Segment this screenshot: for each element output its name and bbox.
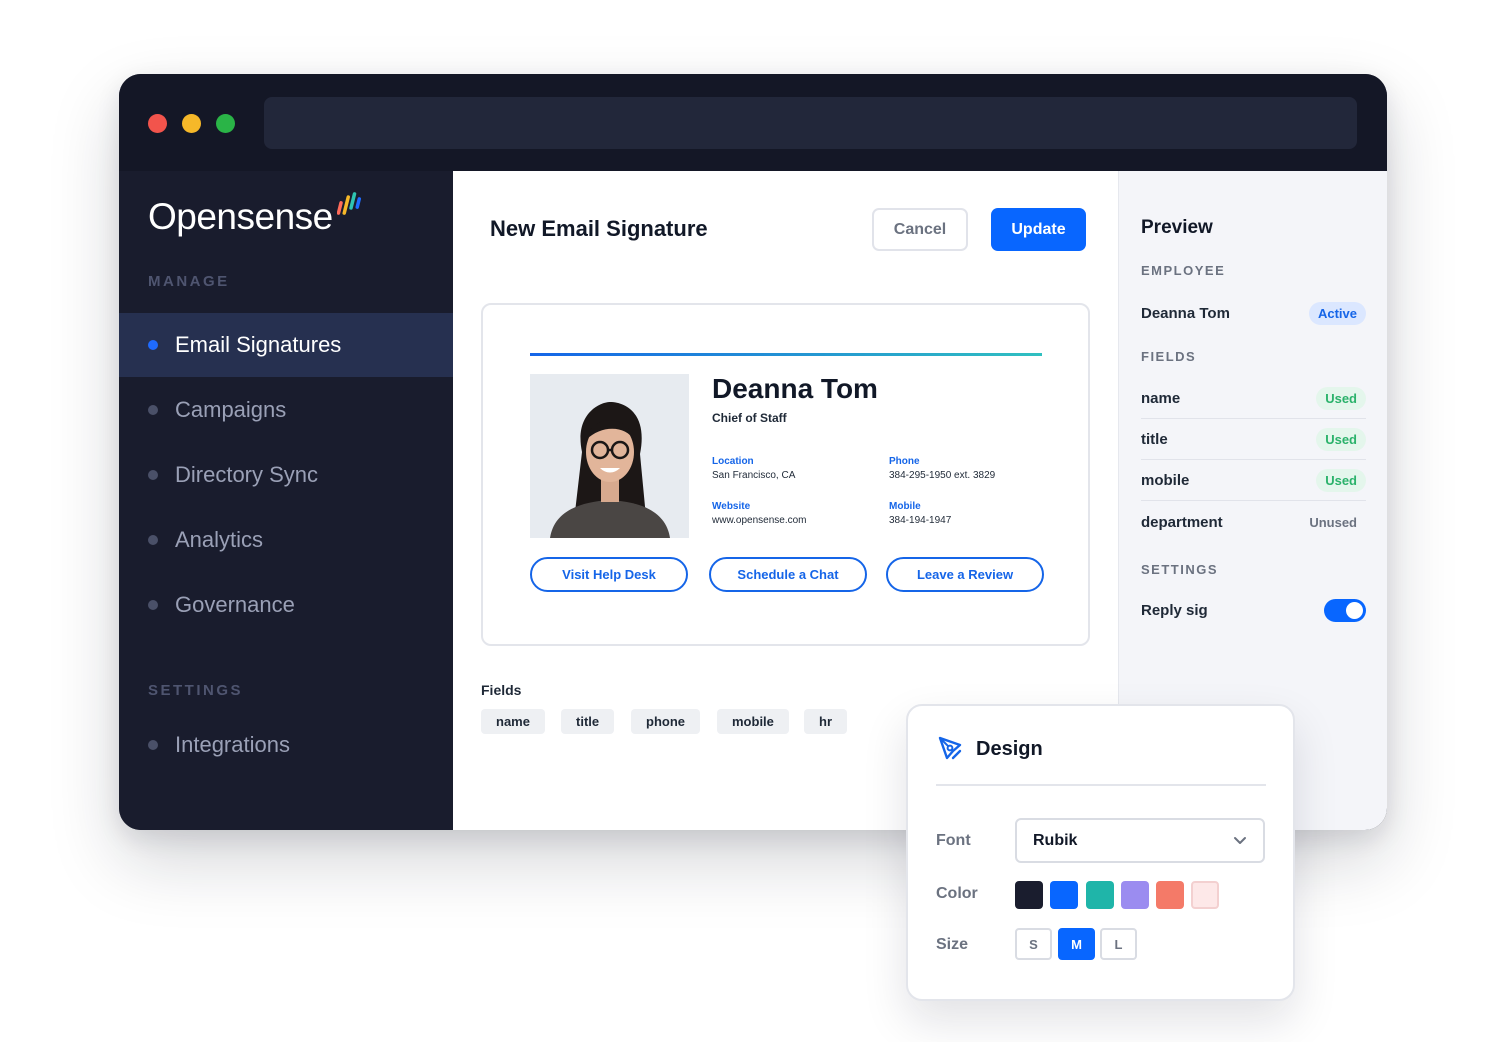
pen-tool-icon (938, 736, 962, 760)
employee-row[interactable]: Deanna Tom Active (1141, 293, 1366, 334)
sidebar-item-label: Email Signatures (175, 332, 342, 357)
mobile-label: Mobile (889, 501, 921, 512)
active-dot-icon (148, 340, 158, 350)
color-label: Color (936, 885, 978, 902)
size-small-button[interactable]: S (1015, 928, 1052, 960)
sidebar-item-integrations[interactable]: Integrations (119, 713, 453, 777)
person-avatar-icon (530, 374, 689, 538)
location-label: Location (712, 456, 754, 467)
field-row-name: name Used (1141, 378, 1366, 419)
sidebar-item-label: Campaigns (175, 397, 287, 422)
size-large-button[interactable]: L (1100, 928, 1137, 960)
sidebar-item-label: Analytics (175, 527, 264, 552)
sidebar-item-governance[interactable]: Governance (119, 573, 453, 637)
font-select[interactable]: Rubik (1015, 818, 1265, 863)
sidebar-item-label: Directory Sync (175, 462, 319, 487)
reply-sig-row: Reply sig (1141, 590, 1366, 631)
employee-section-label: EMPLOYEE (1141, 263, 1226, 278)
field-chip-phone[interactable]: phone (631, 709, 700, 734)
bullet-icon (148, 600, 158, 610)
cancel-button[interactable]: Cancel (872, 208, 968, 251)
phone-label: Phone (889, 456, 920, 467)
field-row-mobile: mobile Used (1141, 460, 1366, 501)
sidebar-item-label: Integrations (175, 732, 290, 757)
size-medium-button[interactable]: M (1058, 928, 1095, 960)
field-chip-name[interactable]: name (481, 709, 545, 734)
chevron-down-icon (1234, 836, 1246, 844)
bullet-icon (148, 535, 158, 545)
location-value: San Francisco, CA (712, 470, 796, 481)
address-bar[interactable] (264, 97, 1357, 149)
color-swatch-coral[interactable] (1156, 881, 1184, 909)
sidebar-item-directory-sync[interactable]: Directory Sync (119, 443, 453, 507)
bullet-icon (148, 470, 158, 480)
visit-help-desk-button[interactable]: Visit Help Desk (530, 557, 688, 592)
sidebar-item-label: Governance (175, 592, 295, 617)
color-swatch-dark[interactable] (1015, 881, 1043, 909)
field-status-badge: Used (1316, 386, 1366, 410)
reply-sig-label: Reply sig (1141, 602, 1208, 619)
color-swatch-blue[interactable] (1050, 881, 1078, 909)
close-window-button[interactable] (148, 114, 167, 133)
size-label: Size (936, 936, 969, 953)
field-chip-mobile[interactable]: mobile (717, 709, 789, 734)
logo-bars-icon (336, 192, 361, 215)
signature-name: Deanna Tom (712, 373, 878, 404)
field-chip-title[interactable]: title (561, 709, 615, 734)
toggle-knob (1346, 602, 1363, 619)
settings-section-label: SETTINGS (148, 682, 244, 699)
design-panel: Design Font Rubik Color Size S M L (906, 704, 1295, 1001)
signature-preview-card: Deanna Tom Chief of Staff Location San F… (481, 303, 1090, 646)
field-status-badge: Unused (1309, 515, 1357, 530)
fields-section-label: FIELDS (1141, 349, 1197, 364)
sidebar-item-campaigns[interactable]: Campaigns (119, 378, 453, 442)
mobile-value: 384-194-1947 (889, 515, 952, 526)
preview-title: Preview (1141, 217, 1213, 238)
sidebar: Opensense MANAGE Email Signatures Campai… (119, 171, 453, 830)
manage-section-label: MANAGE (148, 273, 230, 290)
sidebar-item-analytics[interactable]: Analytics (119, 508, 453, 572)
field-chip-hr[interactable]: hr (804, 709, 847, 734)
color-swatch-teal[interactable] (1086, 881, 1114, 909)
design-title: Design (976, 738, 1043, 760)
phone-value: 384-295-1950 ext. 3829 (889, 470, 996, 481)
font-select-value: Rubik (1033, 831, 1078, 849)
title-bar (119, 74, 1387, 171)
page-title: New Email Signature (490, 216, 708, 241)
signature-title: Chief of Staff (712, 411, 787, 425)
logo[interactable]: Opensense (148, 183, 361, 237)
field-name: department (1141, 514, 1223, 531)
design-divider (936, 784, 1266, 786)
logo-text: Opensense (148, 196, 333, 237)
signature-divider (530, 353, 1042, 356)
field-name: mobile (1141, 471, 1190, 489)
settings-section-label: SETTINGS (1141, 562, 1219, 577)
profile-photo (530, 374, 689, 538)
update-button[interactable]: Update (991, 208, 1086, 251)
fields-label: Fields (481, 682, 522, 698)
maximize-window-button[interactable] (216, 114, 235, 133)
field-status-badge: Used (1316, 468, 1366, 492)
website-label: Website (712, 501, 751, 512)
field-name: name (1141, 389, 1181, 407)
field-row-title: title Used (1141, 419, 1366, 460)
sidebar-item-email-signatures[interactable]: Email Signatures (119, 313, 453, 377)
field-name: title (1141, 430, 1168, 448)
field-row-department: department Unused (1141, 502, 1366, 543)
schedule-chat-button[interactable]: Schedule a Chat (709, 557, 867, 592)
employee-name: Deanna Tom (1141, 305, 1230, 322)
font-label: Font (936, 832, 971, 849)
reply-sig-toggle[interactable] (1324, 599, 1366, 622)
status-badge: Active (1308, 302, 1366, 325)
bullet-icon (148, 405, 158, 415)
color-swatch-pink[interactable] (1191, 881, 1219, 909)
website-value: www.opensense.com (712, 515, 807, 526)
bullet-icon (148, 740, 158, 750)
leave-review-button[interactable]: Leave a Review (886, 557, 1044, 592)
color-swatch-purple[interactable] (1121, 881, 1149, 909)
minimize-window-button[interactable] (182, 114, 201, 133)
field-status-badge: Used (1316, 427, 1366, 451)
